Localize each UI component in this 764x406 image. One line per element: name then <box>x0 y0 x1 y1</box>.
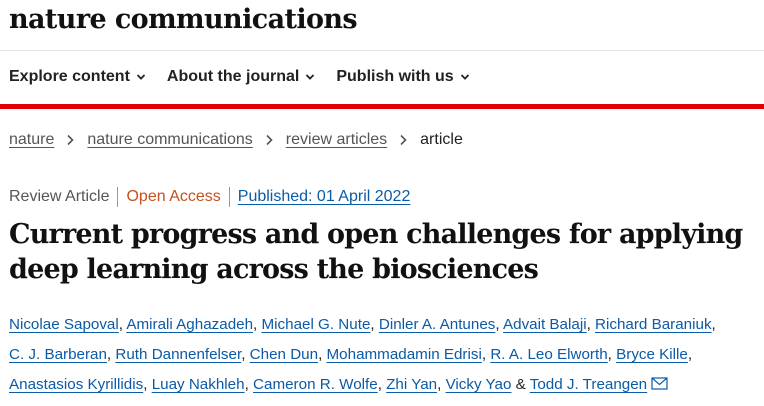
author-separator: , <box>377 376 382 393</box>
open-access-label: Open Access <box>126 188 221 205</box>
chevron-down-icon <box>136 74 146 80</box>
author-separator: , <box>244 376 249 393</box>
author-separator: , <box>437 376 442 393</box>
author-link[interactable]: C. J. Barberan <box>9 346 107 363</box>
breadcrumb-link-nature[interactable]: nature <box>9 131 54 149</box>
author-link[interactable]: Cameron R. Wolfe <box>253 376 378 393</box>
author-link[interactable]: Mohammadamin Edrisi <box>327 346 482 363</box>
article-meta: Review Article Open Access Published: 01… <box>9 187 410 207</box>
author-separator: , <box>241 346 246 363</box>
author-link[interactable]: Bryce Kille <box>616 346 688 363</box>
breadcrumb-current: article <box>420 131 463 148</box>
author-link[interactable]: Nicolae Sapoval <box>9 316 119 333</box>
journal-logo[interactable]: nature communications <box>9 4 358 35</box>
author-separator: , <box>118 316 123 333</box>
chevron-right-icon <box>67 134 75 146</box>
breadcrumb: nature nature communications review arti… <box>9 131 463 149</box>
author-separator: , <box>607 346 612 363</box>
author-separator: , <box>370 316 375 333</box>
nav-publish-with-us-label: Publish with us <box>336 68 454 85</box>
author-link[interactable]: Dinler A. Antunes <box>379 316 496 333</box>
chevron-down-icon <box>460 74 469 80</box>
header-divider <box>0 50 764 51</box>
published-date-link[interactable]: Published: 01 April 2022 <box>238 188 411 206</box>
chevron-down-icon <box>306 74 315 80</box>
chevron-right-icon <box>400 134 407 146</box>
author-separator: , <box>687 346 693 363</box>
nav-about-journal-label: About the journal <box>166 68 300 85</box>
meta-divider <box>117 187 119 207</box>
author-link[interactable]: Luay Nakhleh <box>152 376 245 393</box>
nav-explore-content[interactable]: Explore content <box>9 68 146 86</box>
author-link[interactable]: Todd J. Treangen <box>530 376 647 393</box>
author-link[interactable]: Vicky Yao <box>446 376 512 393</box>
nav-explore-content-label: Explore content <box>9 68 130 85</box>
author-link[interactable]: Ruth Dannenfelser <box>115 346 241 363</box>
author-ampersand: & <box>515 376 526 393</box>
main-nav: Explore content About the journal Publis… <box>9 68 491 86</box>
accent-bar <box>0 104 764 109</box>
author-separator: , <box>586 316 591 333</box>
breadcrumb-link-review-articles[interactable]: review articles <box>286 131 387 149</box>
author-link[interactable]: Chen Dun <box>250 346 318 363</box>
author-separator: , <box>318 346 323 363</box>
breadcrumb-link-nature-communications[interactable]: nature communications <box>87 131 252 149</box>
author-link[interactable]: Zhi Yan <box>386 376 437 393</box>
nav-publish-with-us[interactable]: Publish with us <box>336 68 469 86</box>
author-list: Nicolae Sapoval, Amirali Aghazadeh, Mich… <box>9 310 761 400</box>
meta-divider <box>228 187 230 207</box>
author-separator: , <box>106 346 112 363</box>
author-separator: , <box>143 376 148 393</box>
author-link[interactable]: Amirali Aghazadeh <box>126 316 253 333</box>
author-separator: , <box>711 316 716 333</box>
author-link[interactable]: Richard Baraniuk <box>595 316 712 333</box>
author-link[interactable]: Anastasios Kyrillidis <box>9 376 143 393</box>
chevron-right-icon <box>266 134 273 146</box>
author-link[interactable]: Michael G. Nute <box>262 316 371 333</box>
author-separator: , <box>253 316 258 333</box>
nav-about-journal[interactable]: About the journal <box>167 68 315 86</box>
author-link[interactable]: R. A. Leo Elworth <box>490 346 607 363</box>
article-type: Review Article <box>9 188 110 205</box>
article-title: Current progress and open challenges for… <box>9 219 743 285</box>
author-link[interactable]: Advait Balaji <box>503 316 587 333</box>
author-separator: , <box>495 316 500 333</box>
mail-icon[interactable] <box>651 377 668 390</box>
author-separator: , <box>481 346 487 363</box>
